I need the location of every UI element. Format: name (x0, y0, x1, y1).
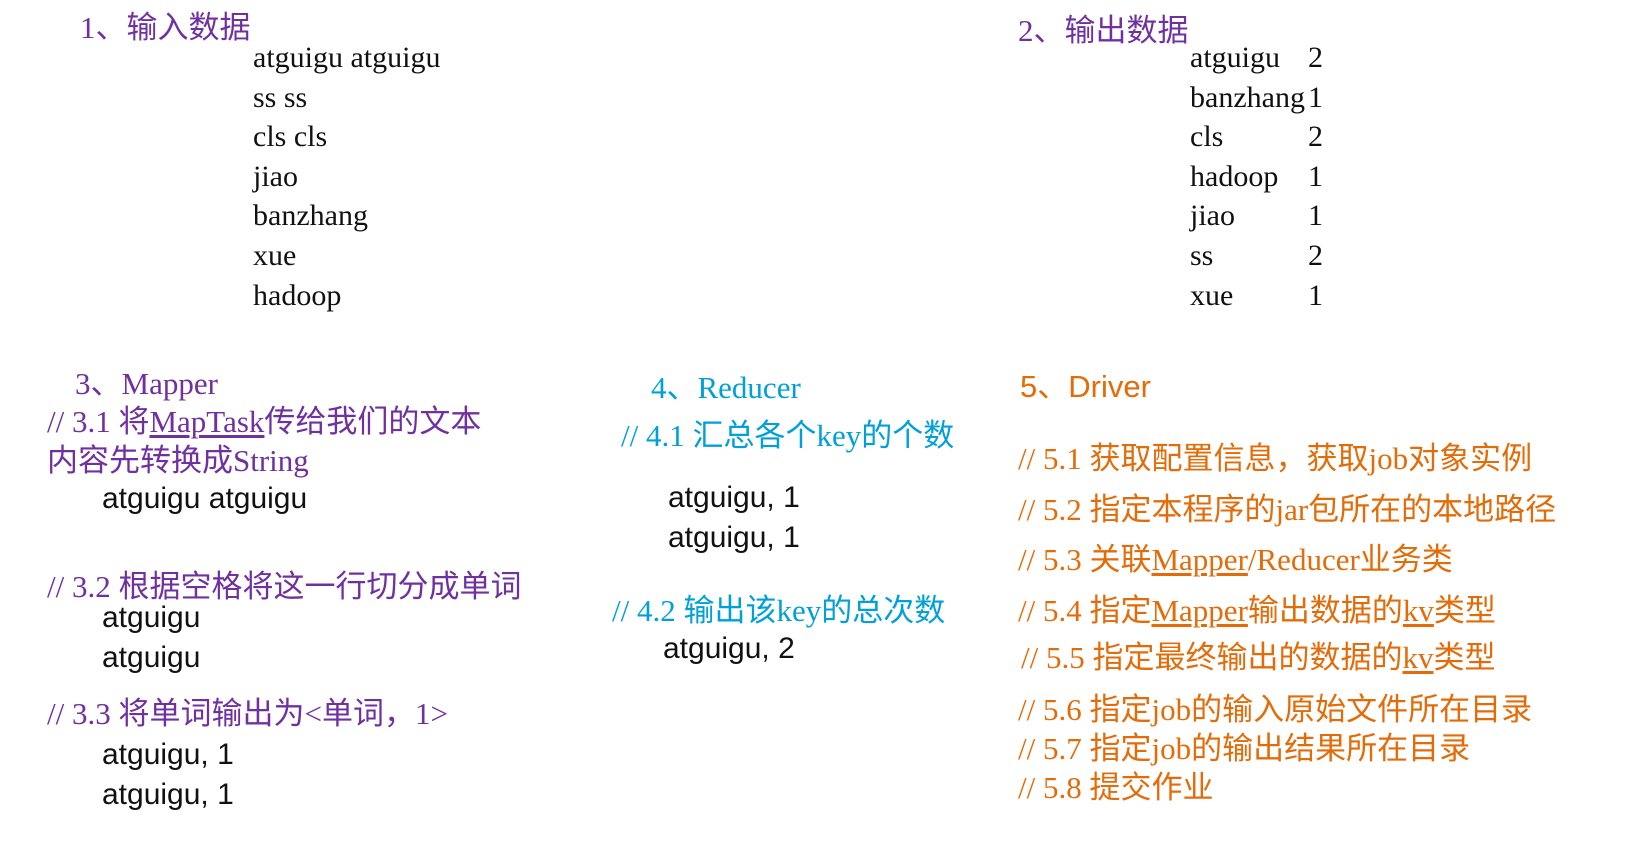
output-key: atguigu (1190, 41, 1280, 74)
comment-text: 类型 (1433, 640, 1496, 675)
reducer-heading: 4、Reducer (651, 370, 801, 405)
input-line: xue (253, 238, 297, 272)
output-key: xue (1190, 278, 1234, 312)
mapper-link: Mapper (1151, 542, 1248, 577)
output-data-table: atguigu 2 banzhang 1 cls 2 hadoop 1 jiao 1 ss… (1190, 38, 1323, 315)
reducer-comment-4-1: // 4.1 汇总各个key的个数 (621, 418, 955, 453)
comment-text: // 3.1 将 (47, 404, 150, 439)
output-value: 1 (1308, 199, 1323, 233)
input-line: hadoop (253, 278, 342, 312)
output-row: jiao 1 (1190, 196, 1323, 236)
sample-line: atguigu (102, 601, 201, 634)
input-line: cls cls (253, 120, 328, 154)
driver-comment-5-4: // 5.4 指定Mapper输出数据的kv类型 (1018, 585, 1496, 630)
output-value: 2 (1308, 238, 1323, 272)
driver-comment-5-5: // 5.5 指定最终输出的数据的kv类型 (1021, 632, 1495, 677)
sample-line: atguigu, 1 (102, 777, 234, 811)
output-value: 2 (1308, 120, 1323, 154)
comment-text: 输出数据的 (1247, 593, 1403, 628)
mapper-sample-2: atguigu atguigu (102, 598, 200, 677)
kv-link: kv (1402, 640, 1434, 675)
input-line: atguigu atguigu (253, 41, 441, 74)
output-value: 1 (1308, 278, 1323, 312)
reducer-sample-2: atguigu, 2 (663, 632, 795, 665)
sample-line: atguigu (102, 640, 201, 674)
output-row: atguigu 2 (1190, 38, 1323, 78)
driver-comment-5-2: // 5.2 指定本程序的jar包所在的本地路径 (1018, 492, 1557, 527)
output-row: ss 2 (1190, 236, 1323, 276)
driver-comment-5-8: // 5.8 提交作业 (1018, 770, 1214, 805)
mapper-sample-1: atguigu atguigu (102, 482, 308, 515)
mapper-link: Mapper (1151, 593, 1248, 628)
input-line: jiao (253, 159, 298, 193)
maptask-link: MapTask (149, 404, 265, 439)
driver-comment-5-1: // 5.1 获取配置信息，获取job对象实例 (1018, 441, 1533, 476)
input-line: banzhang (253, 199, 368, 233)
output-key: banzhang (1190, 80, 1305, 114)
reducer-comment-4-2: // 4.2 输出该key的总次数 (612, 593, 946, 628)
comment-text: 类型 (1433, 593, 1496, 628)
reducer-sample-1: atguigu, 1 atguigu, 1 (668, 478, 800, 557)
sample-line: atguigu, 1 (668, 520, 800, 554)
output-value: 2 (1308, 41, 1323, 74)
comment-text: 传给我们的文本 (264, 404, 482, 439)
comment-text: // 5.4 指定 (1018, 593, 1152, 628)
comment-text: // 5.3 关联 (1018, 542, 1152, 577)
output-row: hadoop 1 (1190, 157, 1323, 197)
output-row: banzhang 1 (1190, 78, 1323, 118)
mapper-sample-3: atguigu, 1 atguigu, 1 (102, 735, 234, 814)
output-row: cls 2 (1190, 117, 1323, 157)
comment-text: /Reducer业务类 (1247, 542, 1453, 577)
sample-line: atguigu, 1 (668, 481, 800, 514)
kv-link: kv (1402, 593, 1434, 628)
output-key: jiao (1190, 199, 1235, 233)
mapper-comment-3-3: // 3.3 将单词输出为<单词，1> (47, 696, 448, 731)
sample-line: atguigu, 1 (102, 738, 234, 771)
comment-text: // 5.5 指定最终输出的数据的 (1021, 640, 1403, 675)
input-line: ss ss (253, 80, 308, 114)
output-row: xue 1 (1190, 276, 1323, 316)
driver-comment-5-3: // 5.3 关联Mapper/Reducer业务类 (1018, 534, 1453, 579)
output-value: 1 (1308, 80, 1323, 114)
mapper-comment-3-1-line2: 内容先转换成String (47, 443, 309, 478)
output-data-heading: 2、输出数据 (1018, 13, 1189, 48)
output-key: ss (1190, 238, 1214, 272)
output-value: 1 (1308, 159, 1323, 193)
input-data-lines: atguigu atguigu ss ss cls cls jiao banzh… (253, 38, 440, 315)
input-data-heading: 1、输入数据 (80, 10, 251, 45)
output-key: hadoop (1190, 159, 1279, 193)
driver-heading: 5、Driver (1020, 369, 1151, 404)
output-key: cls (1190, 120, 1224, 154)
